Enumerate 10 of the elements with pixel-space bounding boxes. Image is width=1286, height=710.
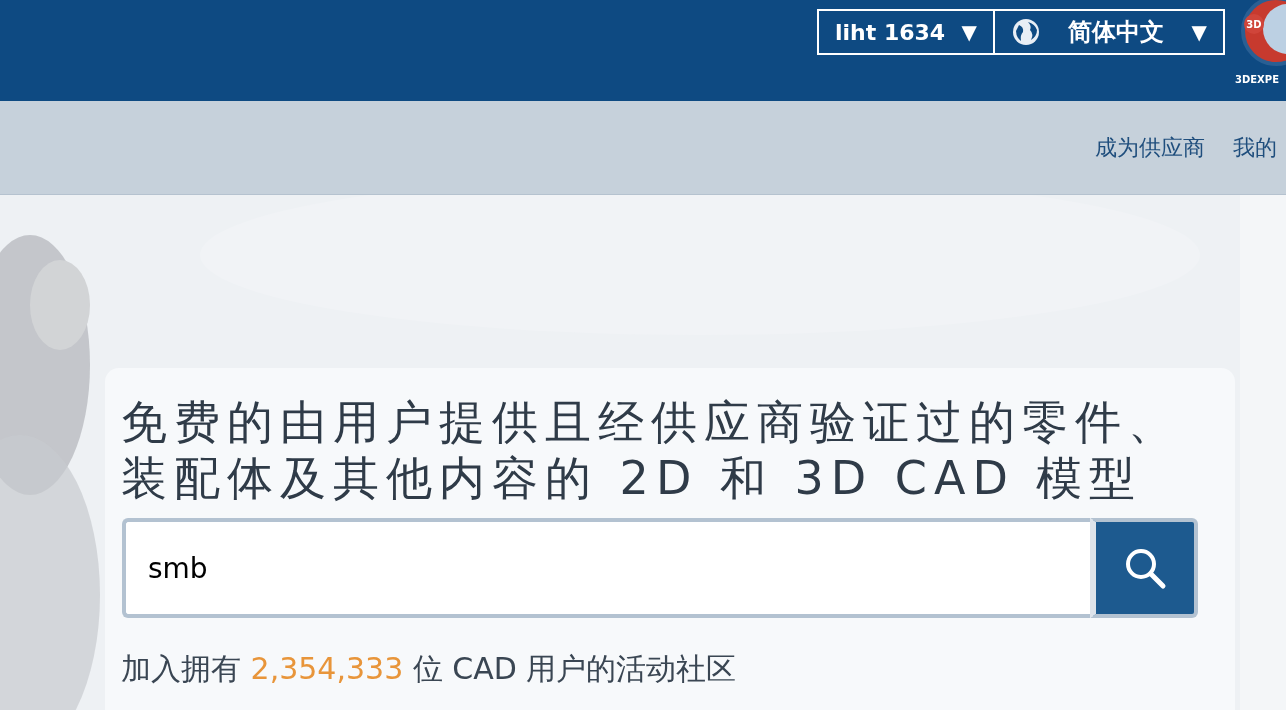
account-menu[interactable]: liht 1634 ▼: [819, 11, 995, 53]
community-text: 加入拥有 2,354,333 位 CAD 用户的活动社区: [121, 650, 738, 688]
search-field[interactable]: smb: [122, 518, 1090, 618]
globe-icon: [1011, 17, 1041, 47]
language-menu[interactable]: 简体中文 ▼: [995, 11, 1223, 53]
search-button[interactable]: [1090, 518, 1198, 618]
logo-caption: 3DEXPE: [1235, 73, 1279, 87]
nav-link[interactable]: 我的: [1233, 131, 1277, 164]
hero-heading: 免费的由用户提供且经供应商验证过的零件、装配体及其他内容的 2D 和 3D CAD 模型: [121, 394, 1182, 506]
nav-link[interactable]: 成为供应商: [1095, 131, 1205, 164]
